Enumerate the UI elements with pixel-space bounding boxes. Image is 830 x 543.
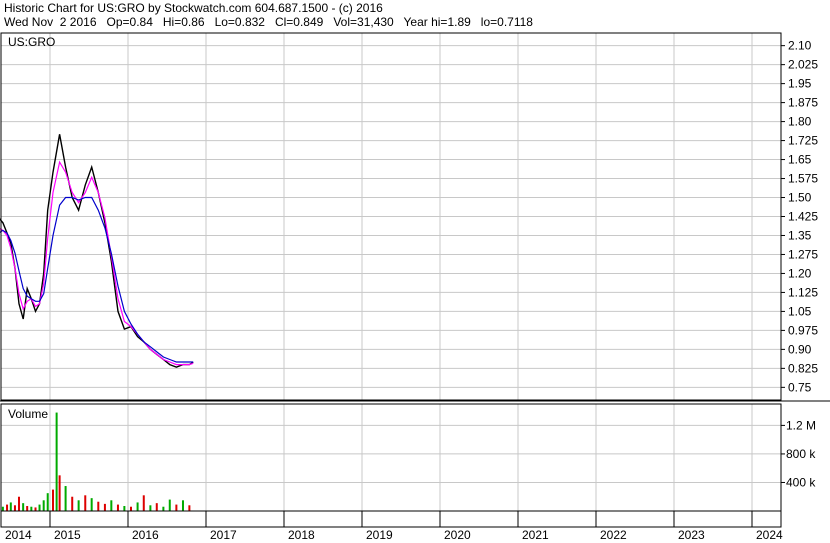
year-label: 2018 [288,528,315,542]
volume-tick-label: 800 k [786,447,816,461]
volume-bar [84,495,87,511]
price-tick-label: 1.425 [788,210,818,224]
volume-bar [71,496,74,511]
volume-tick-label: 400 k [786,475,816,489]
price-tick-label: 1.05 [788,304,812,318]
volume-bar [34,507,37,511]
year-label: 2023 [678,528,705,542]
volume-bar [22,503,25,511]
price-tick-label: 1.35 [788,228,812,242]
date-axis-frame [0,510,782,528]
volume-bar [9,502,12,511]
volume-panel-frame [0,403,782,512]
volume-bars [1,412,191,511]
chart-grid [1,33,781,511]
price-tick-label: 1.65 [788,153,812,167]
volume-tick-label: 1.2 M [786,418,816,432]
volume-bar [58,475,61,511]
price-series [0,134,194,368]
price-tick-label: 0.75 [788,380,812,394]
price-tick-label: 1.875 [788,96,818,110]
volume-bar [123,506,126,511]
volume-bar [97,501,100,511]
volume-bar [30,506,33,511]
volume-bar [162,506,165,511]
volume-bar [149,505,152,511]
volume-label: Volume [8,407,48,421]
price-tick-label: 1.575 [788,172,818,186]
volume-bar [77,500,80,511]
price-tick-label: 0.825 [788,361,818,375]
price-tick-label: 1.80 [788,115,812,129]
volume-bar [116,504,119,511]
moving-average-short-line [0,160,194,366]
volume-bar [13,505,16,511]
volume-bar [142,495,145,511]
volume-bar [90,498,93,511]
price-tick-label: 2.025 [788,58,818,72]
year-label: 2016 [132,528,159,542]
year-label: 2017 [210,528,237,542]
volume-bar [64,486,67,511]
volume-bar [26,506,29,511]
volume-bar [55,412,58,511]
symbol-label: US:GRO [8,35,55,49]
volume-bar [51,489,54,511]
price-tick-label: 0.975 [788,323,818,337]
year-label: 2022 [600,528,627,542]
chart-header-title: Historic Chart for US:GRO by Stockwatch.… [4,1,383,15]
price-tick-label: 1.20 [788,266,812,280]
volume-bar [42,500,45,511]
price-tick-label: 1.125 [788,285,818,299]
year-label: 2020 [444,528,471,542]
volume-bar [38,504,41,511]
volume-bar [46,493,49,511]
chart-header-quote: Wed Nov 2 2016 Op=0.84 Hi=0.86 Lo=0.832 … [4,15,533,29]
volume-bar [181,500,184,511]
volume-bar [103,503,106,511]
year-label: 2014 [5,528,32,542]
volume-bar [168,499,171,511]
price-tick-label: 1.275 [788,247,818,261]
price-tick-label: 0.90 [788,342,812,356]
volume-bar [129,506,132,511]
year-label: 2015 [54,528,81,542]
volume-bar [136,502,139,511]
volume-bar [6,504,9,511]
price-tick-label: 1.50 [788,191,812,205]
price-line [0,134,194,368]
year-label: 2019 [366,528,393,542]
volume-bar [188,505,191,511]
stock-chart: 2014 2015 2016 2017 2018 2019 2020 2021 2022 2023… [0,32,830,542]
volume-bar [1,506,4,511]
volume-bar [17,496,20,511]
year-label: 2024 [756,528,783,542]
volume-bar [110,500,113,511]
moving-average-long-line [0,196,194,363]
price-tick-label: 2.10 [788,39,812,53]
price-tick-label: 1.95 [788,77,812,91]
year-label: 2021 [522,528,549,542]
volume-bar [175,504,178,511]
volume-bar [155,503,158,511]
chart-axes: 2014 2015 2016 2017 2018 2019 2020 2021 2022 2023… [0,32,830,542]
price-tick-label: 1.725 [788,134,818,148]
